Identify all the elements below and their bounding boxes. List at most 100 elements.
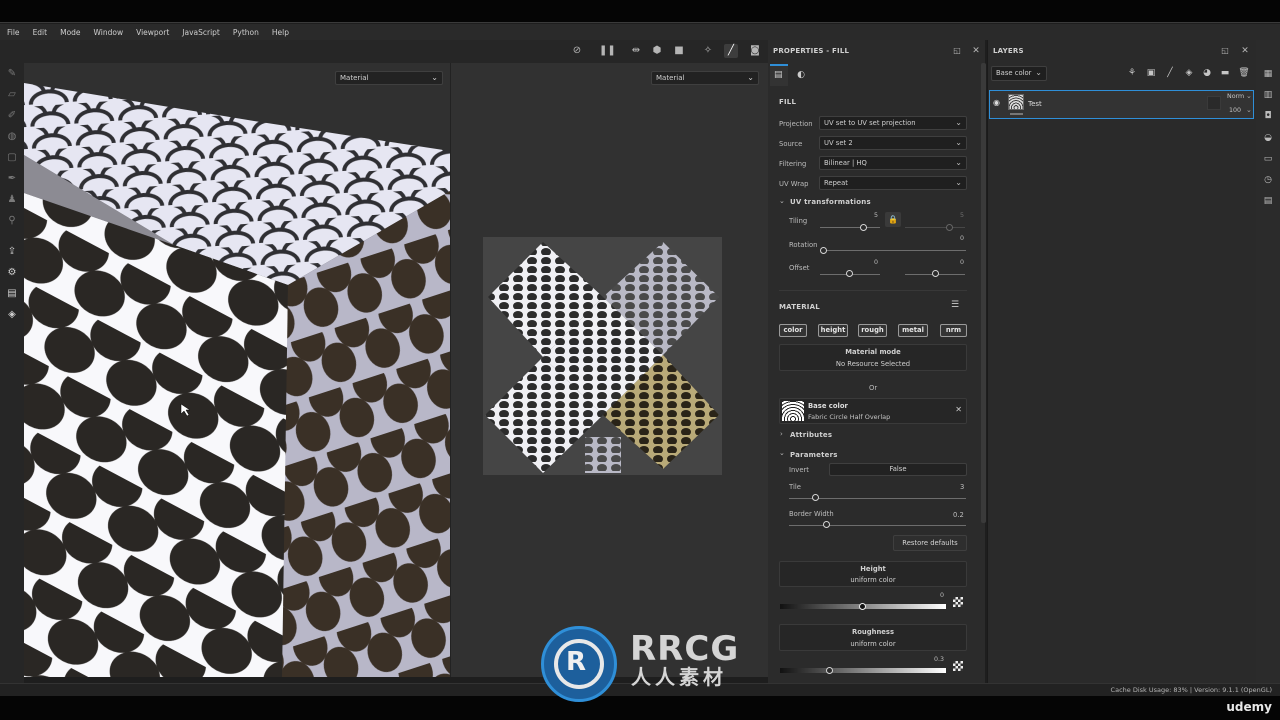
undock-icon[interactable]: ◱ [950, 44, 964, 58]
tiling-slider-knob[interactable] [860, 224, 867, 231]
texture-set-icon[interactable]: ▥ [1261, 88, 1275, 102]
border-width-slider-knob[interactable] [823, 521, 830, 528]
bake-tool-icon[interactable]: ⇪ [5, 245, 19, 259]
uv-transformations-header[interactable]: UV transformations [790, 198, 871, 206]
channel-rough-toggle[interactable]: rough [858, 324, 887, 337]
projection-tool-icon[interactable]: ✐ [5, 109, 19, 123]
channel-color-toggle[interactable]: color [779, 324, 807, 337]
display-settings-icon[interactable]: ◘ [1261, 109, 1275, 123]
uv-layout-preview[interactable] [483, 237, 722, 475]
mask-properties-icon[interactable]: ◐ [792, 66, 810, 84]
add-smart-material-icon[interactable]: ◕ [1201, 67, 1213, 79]
offset-u-slider-knob[interactable] [846, 270, 853, 277]
smudge-tool-icon[interactable]: ✒ [5, 172, 19, 186]
rotation-slider-knob[interactable] [820, 247, 827, 254]
menu-edit[interactable]: Edit [33, 28, 48, 37]
symmetry-icon[interactable]: ⇹ [629, 44, 643, 58]
menu-mode[interactable]: Mode [60, 28, 80, 37]
viewport-3d[interactable] [24, 63, 450, 677]
filtering-select[interactable]: Bilinear | HQ ⌄ [819, 156, 967, 170]
effect-icon[interactable]: ⚘ [1126, 67, 1138, 79]
geometry-fill-icon[interactable]: ◍ [5, 130, 19, 144]
layer-row[interactable]: ◉ Test Norm ⌄ 100 ⌄ [989, 90, 1254, 119]
menu-file[interactable]: File [7, 28, 20, 37]
polygon-fill-icon[interactable]: ▢ [5, 151, 19, 165]
brush-tool-icon[interactable]: ✎ [5, 67, 19, 81]
checker-texture-icon[interactable] [953, 597, 963, 607]
height-slider-knob[interactable] [859, 603, 866, 610]
channel-nrm-toggle[interactable]: nrm [940, 324, 967, 337]
checker-texture-icon[interactable] [953, 661, 963, 671]
add-mask-icon[interactable]: ▣ [1145, 67, 1157, 79]
paint-brush-icon[interactable]: ╱ [724, 44, 738, 58]
add-paint-layer-icon[interactable]: ╱ [1164, 67, 1176, 79]
tiling-slider-track[interactable] [820, 227, 880, 228]
roughness-gradient-slider[interactable] [780, 668, 946, 673]
pause-icon[interactable]: ❚❚ [599, 44, 616, 58]
rotation-slider-track[interactable] [823, 250, 966, 251]
screenshot-icon[interactable]: ◙ [748, 44, 762, 58]
picker-tool-icon[interactable]: ⚲ [5, 214, 19, 228]
log-icon[interactable]: ▤ [1261, 194, 1275, 208]
add-folder-icon[interactable]: ▬ [1219, 67, 1231, 79]
source-select[interactable]: UV set 2 ⌄ [819, 136, 967, 150]
eraser-tool-icon[interactable]: ▱ [5, 88, 19, 102]
tile-slider-knob[interactable] [812, 494, 819, 501]
layer-mask-slot[interactable] [1207, 96, 1221, 110]
layer-thumbnail-strip [1010, 113, 1023, 115]
hide-ui-icon[interactable]: ⊘ [570, 44, 584, 58]
layers-dock-icon[interactable]: ▦ [1261, 67, 1275, 81]
roughness-slider-knob[interactable] [826, 667, 833, 674]
properties-scrollbar[interactable] [981, 63, 986, 523]
chevron-down-icon[interactable]: ⌄ [779, 449, 785, 457]
cube-view-icon[interactable]: ⬢ [650, 44, 664, 58]
bake-icon[interactable]: ✧ [701, 44, 715, 58]
material-mode-slot[interactable]: Material mode No Resource Selected [779, 344, 967, 371]
shader-settings-icon[interactable]: ◒ [1261, 131, 1275, 145]
delete-layer-icon[interactable]: 🗑 [1238, 67, 1250, 79]
chevron-down-icon[interactable]: ⌄ [779, 197, 785, 205]
opacity-value[interactable]: 100 [1229, 107, 1241, 114]
annotation-tool-icon[interactable]: ▤ [5, 287, 19, 301]
projection-select[interactable]: UV set to UV set projection ⌄ [819, 116, 967, 130]
chevron-right-icon[interactable]: › [780, 430, 783, 438]
layer-name[interactable]: Test [1028, 100, 1042, 108]
height-slot[interactable]: Height uniform color [779, 561, 967, 587]
roughness-slot[interactable]: Roughness uniform color [779, 624, 967, 651]
menu-window[interactable]: Window [94, 28, 124, 37]
add-fill-layer-icon[interactable]: ◈ [1183, 67, 1195, 79]
close-icon[interactable]: ✕ [1238, 44, 1252, 58]
offset-v-slider-knob[interactable] [932, 270, 939, 277]
channel-height-toggle[interactable]: height [818, 324, 848, 337]
invert-toggle[interactable]: False [829, 463, 967, 476]
viewer-settings-icon[interactable]: ▭ [1261, 152, 1275, 166]
border-width-slider-track[interactable] [789, 525, 966, 526]
menu-viewport[interactable]: Viewport [136, 28, 169, 37]
viewport-2d-mode-select[interactable]: Material ⌄ [651, 71, 759, 85]
measure-tool-icon[interactable]: ⚙ [5, 266, 19, 280]
restore-defaults-button[interactable]: Restore defaults [893, 535, 967, 551]
close-icon[interactable]: ✕ [969, 44, 983, 58]
attributes-header[interactable]: Attributes [790, 431, 832, 439]
tab-fill-properties[interactable]: ▤ [770, 64, 788, 86]
presets-menu-icon[interactable]: ☰ [951, 300, 959, 310]
menu-help[interactable]: Help [272, 28, 289, 37]
base-color-slot[interactable]: Base color Fabric Circle Half Overlap ✕ [779, 398, 967, 424]
close-icon[interactable]: ✕ [955, 405, 962, 414]
camera-icon[interactable]: ■ [672, 44, 686, 58]
viewport-3d-mode-select[interactable]: Material ⌄ [335, 71, 443, 85]
clone-tool-icon[interactable]: ♟ [5, 193, 19, 207]
channel-metal-toggle[interactable]: metal [898, 324, 928, 337]
parameters-header[interactable]: Parameters [790, 451, 838, 459]
layer-channel-select[interactable]: Base color ⌄ [991, 66, 1047, 81]
undock-icon[interactable]: ◱ [1218, 44, 1232, 58]
lock-icon[interactable]: 🔒 [885, 212, 901, 227]
history-icon[interactable]: ◷ [1261, 173, 1275, 187]
eye-visibility-icon[interactable]: ◉ [993, 98, 1000, 107]
uv-wrap-select[interactable]: Repeat ⌄ [819, 176, 967, 190]
layer-properties-icon: ▤ [774, 70, 783, 80]
uv-tool-icon[interactable]: ◈ [5, 308, 19, 322]
menu-javascript[interactable]: JavaScript [182, 28, 220, 37]
blend-mode-value[interactable]: Norm [1227, 93, 1244, 100]
menu-python[interactable]: Python [233, 28, 259, 37]
